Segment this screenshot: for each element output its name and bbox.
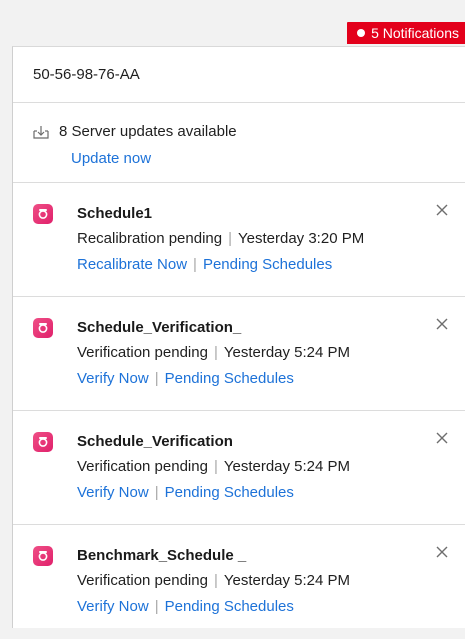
notification-item: Schedule_Verification_ Verification pend… [13,297,465,411]
notifications-count-label: 5 Notifications [371,25,459,41]
notification-time: Yesterday 5:24 PM [223,344,351,361]
pending-schedules-link[interactable]: Pending Schedules [165,370,294,387]
notification-time: Yesterday 3:20 PM [238,230,365,247]
download-tray-icon [33,124,49,140]
notification-item: Schedule_Verification Verification pendi… [13,411,465,525]
separator: | [154,370,159,387]
close-icon[interactable] [433,543,451,561]
separator: | [213,344,218,361]
notification-status: Verification pending [77,458,208,475]
notification-list: Schedule1 Recalibration pending | Yesterda… [13,183,465,639]
app-badge-icon [33,204,53,224]
app-badge-icon [33,432,53,452]
notifications-badge[interactable]: 5 Notifications [347,22,465,44]
notification-status: Recalibration pending [77,230,223,247]
top-bar: 5 Notifications [0,0,465,46]
separator: | [213,572,218,589]
notifications-panel: 50-56-98-76-AA 8 Server updates availabl… [12,46,465,628]
app-badge-icon [33,318,53,338]
device-id-row: 50-56-98-76-AA [13,47,465,103]
verify-now-link[interactable]: Verify Now [77,598,149,615]
recalibrate-now-link[interactable]: Recalibrate Now [77,256,187,273]
device-id-text: 50-56-98-76-AA [33,66,140,83]
pending-schedules-link[interactable]: Pending Schedules [203,256,332,273]
separator: | [193,256,197,273]
app-badge-icon [33,546,53,566]
notification-title: Benchmark_Schedule _ [77,547,247,564]
notification-actions: Verify Now | Pending Schedules [77,369,465,389]
notification-actions: Verify Now | Pending Schedules [77,597,465,617]
server-updates-section: 8 Server updates available Update now [13,103,465,183]
notification-actions: Recalibrate Now | Pending Schedules [77,255,465,275]
notification-description: Verification pending | Yesterday 5:24 PM [77,571,465,591]
notification-status: Verification pending [77,572,208,589]
pending-schedules-link[interactable]: Pending Schedules [165,598,294,615]
notification-time: Yesterday 5:24 PM [223,458,351,475]
notification-title: Schedule_Verification_ [77,319,242,336]
separator: | [154,484,159,501]
notification-title: Schedule_Verification [77,433,233,450]
close-icon[interactable] [433,315,451,333]
notification-item: Schedule1 Recalibration pending | Yesterda… [13,183,465,297]
notification-description: Verification pending | Yesterday 5:24 PM [77,457,465,477]
notification-title: Schedule1 [77,205,153,222]
notification-description: Recalibration pending | Yesterday 3:20 PM [77,229,465,249]
verify-now-link[interactable]: Verify Now [77,370,149,387]
pending-schedules-link[interactable]: Pending Schedules [165,484,294,501]
server-updates-text: 8 Server updates available [59,123,237,140]
notification-dot-icon [357,29,366,37]
separator: | [154,598,159,615]
notification-item: Benchmark_Schedule _ Verification pendin… [13,525,465,639]
notification-time: Yesterday 5:24 PM [223,572,351,589]
update-now-link[interactable]: Update now [71,150,151,167]
notification-actions: Verify Now | Pending Schedules [77,483,465,503]
server-updates-line: 8 Server updates available [33,123,465,140]
verify-now-link[interactable]: Verify Now [77,484,149,501]
separator: | [228,230,233,247]
close-icon[interactable] [433,201,451,219]
close-icon[interactable] [433,429,451,447]
notification-status: Verification pending [77,344,208,361]
separator: | [213,458,218,475]
notification-description: Verification pending | Yesterday 5:24 PM [77,343,465,363]
